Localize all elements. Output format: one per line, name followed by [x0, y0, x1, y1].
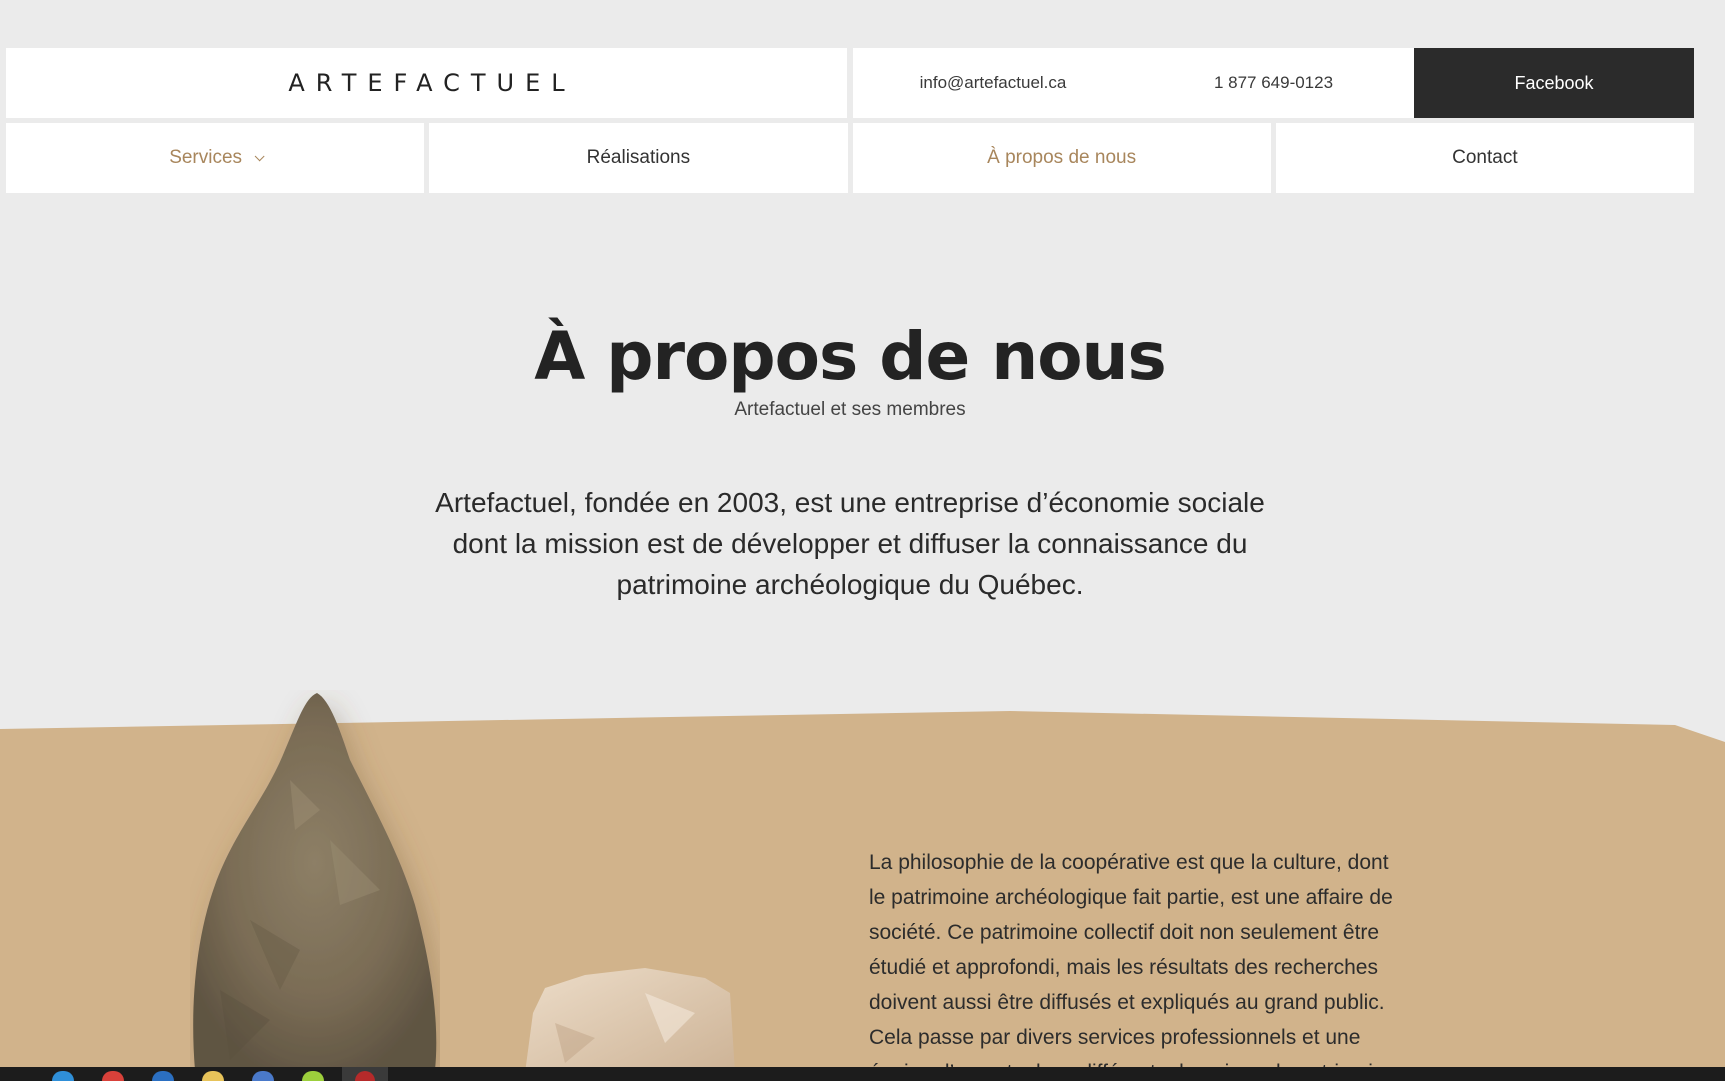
- nav-item-services[interactable]: Services: [6, 123, 425, 193]
- folder-icon[interactable]: [202, 1071, 224, 1081]
- logo: ARTEFACTUEL: [288, 69, 576, 97]
- nav-item-label: À propos de nous: [987, 147, 1137, 168]
- intro-paragraph: Artefactuel, fondée en 2003, est une ent…: [435, 487, 1265, 600]
- edge-icon[interactable]: [152, 1071, 174, 1081]
- nav-item-label: Services: [169, 147, 243, 168]
- os-taskbar: [0, 1067, 1725, 1081]
- page-title: À propos de nous: [534, 318, 1167, 395]
- stone-artifact-image: [525, 968, 735, 1073]
- facebook-button[interactable]: Facebook: [1414, 48, 1694, 118]
- chevron-down-icon: [254, 150, 265, 161]
- nav-item-label: Réalisations: [586, 147, 691, 168]
- nav-item-contact[interactable]: Contact: [1275, 123, 1694, 193]
- logo-link[interactable]: ARTEFACTUEL: [6, 48, 847, 118]
- store-icon[interactable]: [252, 1071, 274, 1081]
- nav-item-label: Contact: [1452, 147, 1518, 168]
- page-subtitle: Artefactuel et ses membres: [734, 399, 966, 420]
- chrome-icon[interactable]: [102, 1071, 124, 1081]
- nav-item-a-propos[interactable]: À propos de nous: [852, 123, 1271, 193]
- active-app-icon: [355, 1071, 375, 1081]
- app-icon[interactable]: [302, 1071, 324, 1081]
- main-nav: Services Réalisations À propos de nous C…: [6, 123, 1694, 193]
- nav-item-realisations[interactable]: Réalisations: [429, 123, 848, 193]
- contact-info: info@artefactuel.ca 1 877 649-0123: [853, 48, 1414, 118]
- arrowhead-artifact-image: [193, 693, 437, 1070]
- phone-link[interactable]: 1 877 649-0123: [1133, 73, 1414, 93]
- email-link[interactable]: info@artefactuel.ca: [853, 73, 1133, 93]
- taskbar-active-item[interactable]: [342, 1067, 388, 1081]
- browser-icon[interactable]: [52, 1071, 74, 1081]
- top-bar: ARTEFACTUEL info@artefactuel.ca 1 877 64…: [6, 48, 1694, 118]
- philosophy-paragraph: La philosophie de la coopérative est que…: [869, 851, 1402, 1067]
